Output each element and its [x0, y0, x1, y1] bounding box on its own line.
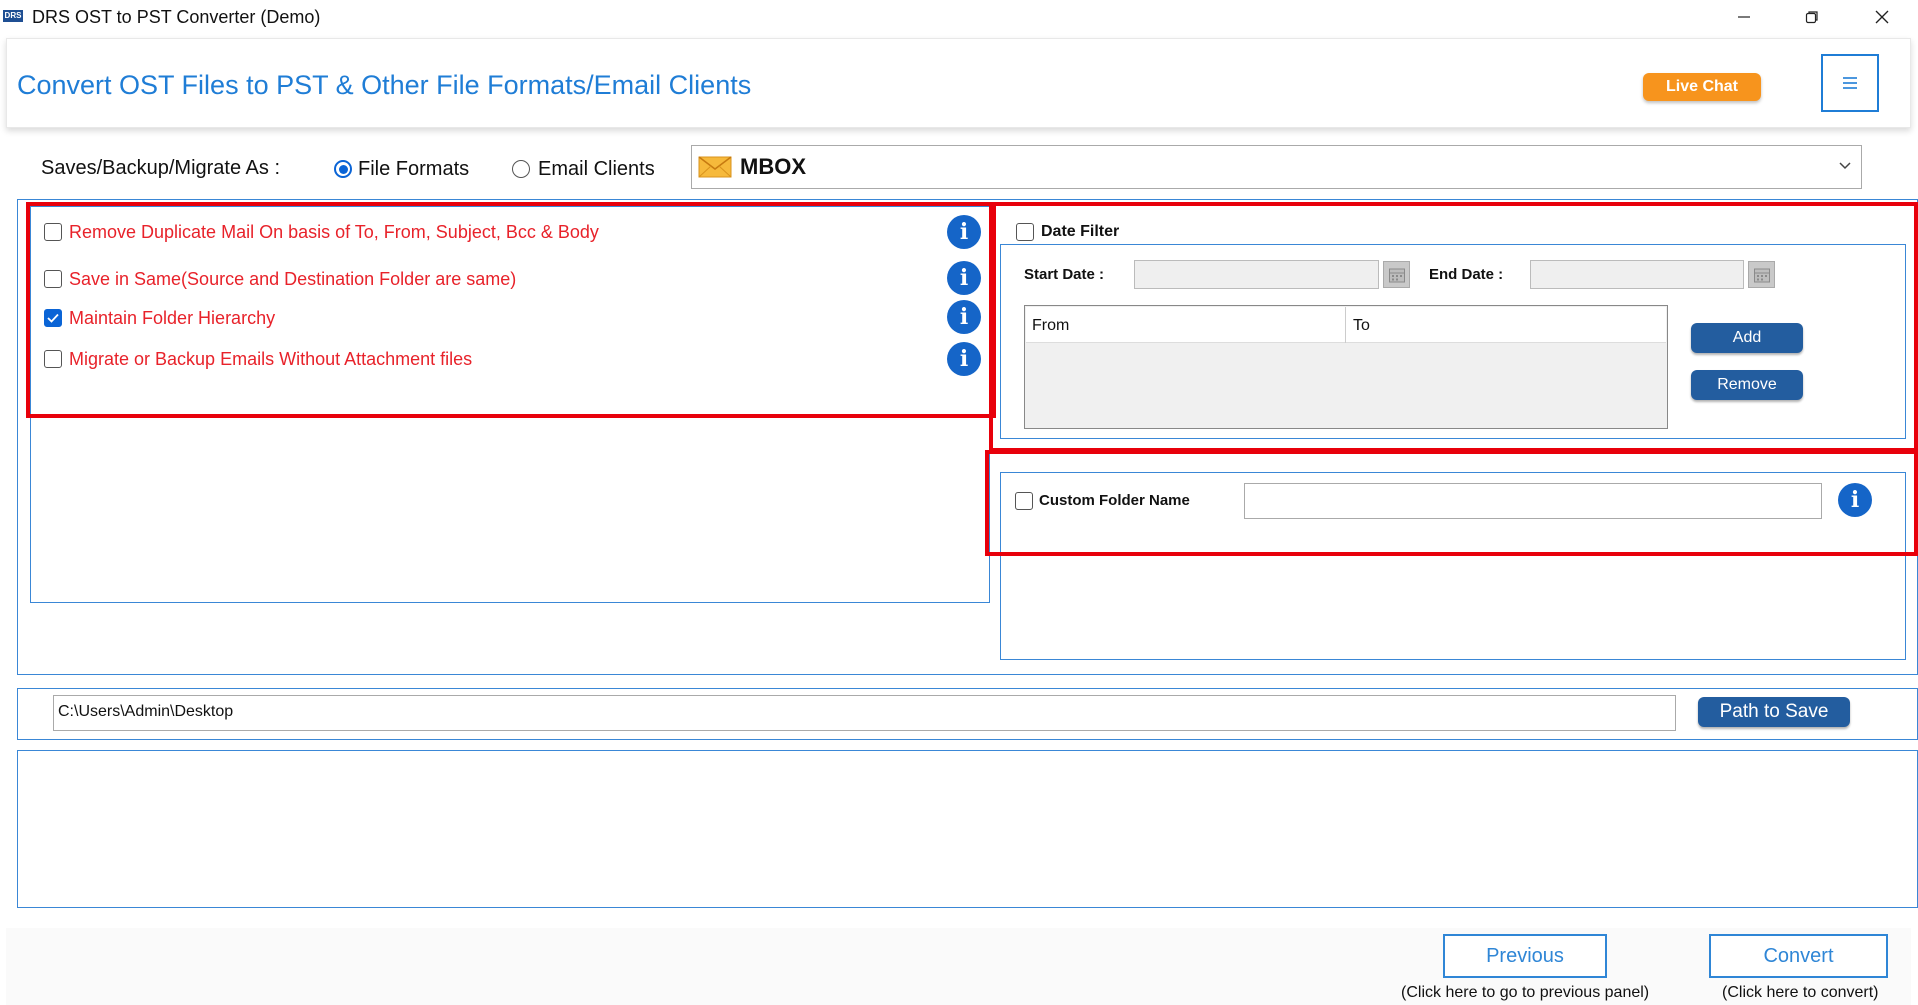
close-button[interactable] — [1848, 0, 1916, 34]
info-icon[interactable]: i — [1838, 483, 1872, 517]
without-attachment-label[interactable]: Migrate or Backup Emails Without Attachm… — [69, 349, 472, 370]
previous-button[interactable]: Previous — [1443, 934, 1607, 978]
file-formats-radio[interactable] — [334, 160, 352, 178]
end-date-label: End Date : — [1429, 266, 1504, 283]
menu-button[interactable] — [1821, 54, 1879, 112]
without-attachment-checkbox[interactable] — [44, 350, 62, 368]
convert-button[interactable]: Convert — [1709, 934, 1888, 978]
date-filter-checkbox[interactable] — [1016, 223, 1034, 241]
email-clients-label[interactable]: Email Clients — [538, 158, 655, 181]
app-logo: DRS — [3, 10, 23, 22]
minimize-button[interactable] — [1710, 0, 1778, 34]
mail-envelope-icon — [698, 156, 732, 178]
start-date-picker[interactable] — [1383, 261, 1410, 288]
close-icon — [1875, 10, 1889, 24]
path-to-save-button[interactable]: Path to Save — [1698, 697, 1850, 727]
save-in-same-checkbox[interactable] — [44, 270, 62, 288]
calendar-icon — [1388, 268, 1405, 282]
maintain-hierarchy-label[interactable]: Maintain Folder Hierarchy — [69, 308, 275, 329]
end-date-field[interactable] — [1530, 260, 1744, 289]
custom-folder-checkbox[interactable] — [1015, 492, 1033, 510]
previous-hint: (Click here to go to previous panel) — [1401, 984, 1650, 1001]
maintain-hierarchy-checkbox[interactable] — [44, 309, 62, 327]
custom-folder-label[interactable]: Custom Folder Name — [1039, 492, 1190, 509]
email-clients-radio[interactable] — [512, 160, 530, 178]
format-dropdown[interactable] — [691, 145, 1862, 189]
start-date-label: Start Date : — [1024, 266, 1105, 283]
saves-as-label: Saves/Backup/Migrate As : — [41, 157, 281, 179]
save-path-value: C:\Users\Admin\Desktop — [58, 703, 234, 720]
grid-column-to: To — [1353, 317, 1370, 334]
add-button[interactable]: Add — [1691, 323, 1803, 353]
custom-folder-input[interactable] — [1244, 483, 1822, 519]
info-icon[interactable]: i — [947, 342, 981, 376]
restore-button[interactable] — [1778, 0, 1846, 34]
convert-hint: (Click here to convert) — [1722, 984, 1879, 1001]
remove-duplicate-label[interactable]: Remove Duplicate Mail On basis of To, Fr… — [69, 222, 599, 243]
date-filter-label[interactable]: Date Filter — [1041, 223, 1119, 241]
chevron-down-icon — [1839, 162, 1851, 170]
grid-column-from: From — [1032, 317, 1070, 334]
hamburger-icon — [1843, 77, 1857, 89]
save-in-same-label[interactable]: Save in Same(Source and Destination Fold… — [69, 269, 516, 290]
minimize-icon — [1738, 16, 1750, 18]
save-path-input[interactable]: C:\Users\Admin\Desktop — [53, 695, 1676, 731]
file-formats-label[interactable]: File Formats — [358, 158, 469, 181]
checkmark-icon — [47, 313, 59, 323]
info-icon[interactable]: i — [947, 261, 981, 295]
selected-format: MBOX — [740, 154, 806, 179]
calendar-icon — [1753, 268, 1770, 282]
start-date-field[interactable] — [1134, 260, 1379, 289]
live-chat-button[interactable]: Live Chat — [1643, 73, 1761, 101]
restore-icon — [1805, 11, 1818, 24]
info-icon[interactable]: i — [947, 300, 981, 334]
remove-button[interactable]: Remove — [1691, 370, 1803, 400]
info-icon[interactable]: i — [947, 215, 981, 249]
grid-header — [1026, 307, 1666, 343]
page-title: Convert OST Files to PST & Other File Fo… — [17, 70, 752, 100]
remove-duplicate-checkbox[interactable] — [44, 223, 62, 241]
end-date-picker[interactable] — [1748, 261, 1775, 288]
log-area — [17, 750, 1918, 908]
grid-column-divider — [1345, 307, 1346, 343]
window-title: DRS OST to PST Converter (Demo) — [32, 7, 321, 27]
